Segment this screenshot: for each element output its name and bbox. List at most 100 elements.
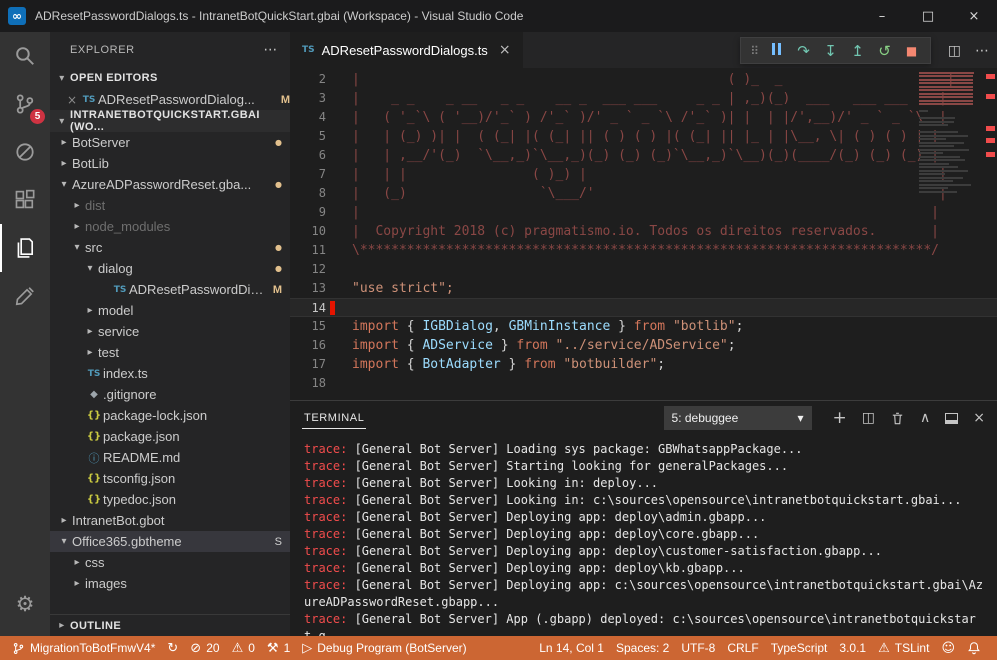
- line-number: 4: [290, 108, 326, 127]
- stop-button[interactable]: ■: [898, 38, 925, 63]
- tree-item-dialog[interactable]: ▾dialog●: [50, 258, 290, 279]
- step-out-button[interactable]: ↥: [844, 38, 871, 63]
- tree-item-office365-gbtheme[interactable]: ▾Office365.gbthemeS: [50, 531, 290, 552]
- more-actions-icon[interactable]: ⋯: [975, 42, 989, 59]
- extensions-icon[interactable]: [0, 176, 50, 224]
- close-button[interactable]: ×: [951, 0, 997, 32]
- tab-active-file[interactable]: TS ADResetPasswordDialogs.ts ×: [290, 32, 523, 68]
- status-indentation[interactable]: Spaces: 2: [610, 636, 675, 660]
- tree-item-adresetpassworddial[interactable]: TSADResetPasswordDial...M: [50, 279, 290, 300]
- tree-item-botlib[interactable]: ▸BotLib: [50, 153, 290, 174]
- source-control-icon[interactable]: 5: [0, 80, 50, 128]
- terminal-output[interactable]: trace: [General Bot Server] Loading sys …: [290, 435, 997, 636]
- tree-item-package-lock-json[interactable]: {}package-lock.json: [50, 405, 290, 426]
- status-warnings[interactable]: ⚠0: [226, 636, 261, 660]
- current-line-marker: [330, 301, 335, 315]
- log-level: trace:: [304, 527, 347, 541]
- panel-header: TERMINAL 5: debuggee ▾ + ◫ ∧ ×: [290, 401, 997, 435]
- tree-item-css[interactable]: ▸css: [50, 552, 290, 573]
- status-eol[interactable]: CRLF: [721, 636, 764, 660]
- step-over-button[interactable]: ↷: [790, 38, 817, 63]
- terminal-select[interactable]: 5: debuggee ▾: [664, 406, 812, 430]
- tree-item-service[interactable]: ▸service: [50, 321, 290, 342]
- close-panel-icon[interactable]: ×: [973, 410, 985, 426]
- chevron-right-icon: ▸: [69, 200, 85, 211]
- code-line-18: 18: [290, 374, 997, 393]
- kill-terminal-icon[interactable]: [890, 411, 905, 426]
- error-icon: ⊘: [190, 641, 201, 656]
- minimize-button[interactable]: –: [859, 0, 905, 32]
- new-terminal-icon[interactable]: +: [833, 408, 847, 428]
- status-git-branch[interactable]: MigrationToBotFmwV4*: [6, 636, 161, 660]
- open-editor-item[interactable]: ×TSADResetPasswordDialog...M: [50, 89, 290, 110]
- tree-item-index-ts[interactable]: TSindex.ts: [50, 363, 290, 384]
- editing-icon[interactable]: [0, 272, 50, 320]
- status-debug-program[interactable]: ▷Debug Program (BotServer): [296, 636, 472, 660]
- modified-dot: ●: [269, 180, 282, 189]
- status-version[interactable]: 3.0.1: [833, 636, 872, 660]
- status-errors[interactable]: ⊘20: [184, 636, 225, 660]
- code-line-5: 5| | (_) )| | ( (_| |( (_| || ( ) ( ) |(…: [290, 127, 997, 146]
- status-tasks[interactable]: ⚒1: [261, 636, 296, 660]
- split-terminal-icon[interactable]: ◫: [862, 410, 875, 426]
- settings-icon[interactable]: ⚙: [0, 580, 50, 628]
- tree-item-dist[interactable]: ▸dist: [50, 195, 290, 216]
- workspace-label: INTRANETBOTQUICKSTART.GBAI (WO...: [70, 109, 290, 133]
- bell-icon: [967, 641, 981, 655]
- tree-item-model[interactable]: ▸model: [50, 300, 290, 321]
- status-encoding[interactable]: UTF-8: [675, 636, 721, 660]
- close-editor-icon[interactable]: ×: [64, 93, 80, 107]
- chevron-down-icon: ▾: [54, 73, 70, 84]
- tree-item-label: BotLib: [72, 156, 109, 171]
- open-editors-header[interactable]: ▾ OPEN EDITORS: [50, 67, 290, 89]
- tree-item-label: images: [85, 576, 127, 591]
- sidebar-title: EXPLORER: [70, 44, 135, 56]
- tree-item-typedoc-json[interactable]: {}typedoc.json: [50, 489, 290, 510]
- tree-item-azureadpasswordreset-gba[interactable]: ▾AzureADPasswordReset.gba...●: [50, 174, 290, 195]
- maximize-panel-icon[interactable]: ∧: [920, 410, 930, 426]
- pause-button[interactable]: [763, 38, 790, 63]
- outline-label: OUTLINE: [70, 620, 121, 632]
- status-label: Ln 14, Col 1: [539, 641, 604, 655]
- drag-handle-icon[interactable]: ⠿: [746, 44, 763, 58]
- tree-item-images[interactable]: ▸images: [50, 573, 290, 594]
- debug-icon[interactable]: [0, 128, 50, 176]
- tab-close-icon[interactable]: ×: [499, 42, 511, 58]
- move-panel-icon[interactable]: [945, 413, 958, 424]
- tree-item-test[interactable]: ▸test: [50, 342, 290, 363]
- search-icon[interactable]: [0, 32, 50, 80]
- tree-item-package-json[interactable]: {}package.json: [50, 426, 290, 447]
- step-into-button[interactable]: ↧: [817, 38, 844, 63]
- tree-item-src[interactable]: ▾src●: [50, 237, 290, 258]
- tree-item-label: dist: [85, 198, 105, 213]
- split-editor-icon[interactable]: ◫: [948, 42, 961, 59]
- sync-icon: ↻: [167, 641, 178, 656]
- tree-item-readme-md[interactable]: ⓘREADME.md: [50, 447, 290, 468]
- modified-dot: ●: [269, 243, 282, 252]
- status-sync[interactable]: ↻: [161, 636, 184, 660]
- workspace-header[interactable]: ▾ INTRANETBOTQUICKSTART.GBAI (WO...: [50, 110, 290, 132]
- code-editor[interactable]: 2| ( )_ _ |3| _ _ _ __ _ _ __ _ ___ ___ …: [290, 68, 997, 400]
- code-line-12: 12: [290, 260, 997, 279]
- status-cursor-position[interactable]: Ln 14, Col 1: [533, 636, 610, 660]
- status-notifications[interactable]: [961, 636, 987, 660]
- minimap[interactable]: [915, 70, 983, 400]
- explorer-icon[interactable]: [0, 224, 50, 272]
- terminal-tab[interactable]: TERMINAL: [302, 408, 366, 429]
- status-feedback[interactable]: ☺: [935, 636, 961, 660]
- tree-item-tsconfig-json[interactable]: {}tsconfig.json: [50, 468, 290, 489]
- status-tslint[interactable]: ⚠TSLint: [872, 636, 935, 660]
- tree-item-gitignore[interactable]: ◆.gitignore: [50, 384, 290, 405]
- status-language[interactable]: TypeScript: [765, 636, 834, 660]
- restart-button[interactable]: ↺: [871, 38, 898, 63]
- editor-group: TS ADResetPasswordDialogs.ts × ⠿ ↷↧↥↺■ ◫ ⋯…: [290, 32, 997, 636]
- tree-item-botserver[interactable]: ▸BotServer●: [50, 132, 290, 153]
- tree-item-node-modules[interactable]: ▸node_modules: [50, 216, 290, 237]
- line-text: | _ _ _ __ _ _ __ _ ___ ___ _ _ | ,_)(_)…: [326, 89, 947, 108]
- more-actions-icon[interactable]: ⋯: [263, 42, 278, 58]
- terminal-line: trace: [General Bot Server] Deploying ap…: [304, 577, 985, 611]
- code-lines: 2| ( )_ _ |3| _ _ _ __ _ _ __ _ ___ ___ …: [290, 68, 997, 393]
- outline-header[interactable]: ▸ OUTLINE: [50, 614, 290, 636]
- tree-item-intranetbot-gbot[interactable]: ▸IntranetBot.gbot: [50, 510, 290, 531]
- maximize-button[interactable]: □: [905, 0, 951, 32]
